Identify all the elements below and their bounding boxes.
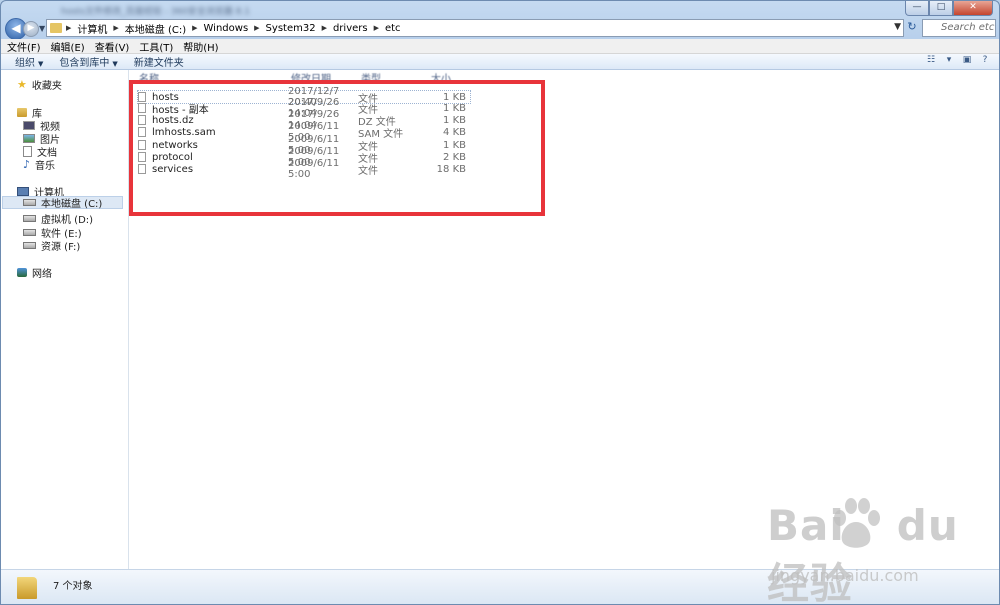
document-icon	[23, 146, 32, 157]
picture-icon	[23, 134, 35, 143]
folder-icon	[50, 23, 62, 33]
annotation-highlight-box	[129, 80, 545, 216]
search-input[interactable]: Search etc	[922, 19, 996, 37]
nav-drive-d[interactable]: 虚拟机 (D:)	[23, 211, 93, 226]
minimize-button[interactable]: —	[905, 1, 929, 16]
explorer-window: hosts文件修改_百度经验 - 360安全浏览器 8.1 — □ ✕ ◀ ▶ …	[0, 0, 1000, 605]
dropdown-arrow-icon: ▼	[38, 60, 44, 68]
breadcrumb-system32[interactable]: System32	[266, 23, 316, 34]
menu-tools[interactable]: 工具(T)	[139, 39, 173, 54]
view-controls: ☷ ▾ ▣ ?	[925, 55, 991, 66]
drive-icon	[23, 242, 36, 249]
maximize-button[interactable]: □	[929, 1, 953, 16]
back-arrow-icon: ◀	[11, 21, 21, 35]
navigation-pane: ★ 收藏夹 库 视频 图片 文档 ♪ 音乐 计算机 本地磁盘 (C:) 虚拟机 (D…	[1, 70, 129, 570]
breadcrumb-drivers[interactable]: drivers	[333, 23, 368, 34]
breadcrumb-windows[interactable]: Windows	[204, 23, 249, 34]
nav-drive-c[interactable]: 本地磁盘 (C:)	[2, 196, 123, 210]
refresh-icon[interactable]: ↻	[906, 20, 918, 34]
forward-arrow-icon: ▶	[27, 23, 35, 33]
menu-edit[interactable]: 编辑(E)	[51, 39, 85, 54]
menu-help[interactable]: 帮助(H)	[183, 39, 218, 54]
close-button[interactable]: ✕	[953, 1, 993, 16]
caption-buttons: — □ ✕	[905, 1, 993, 17]
library-icon	[17, 108, 27, 117]
nav-library-music[interactable]: ♪ 音乐	[23, 157, 55, 173]
forward-button[interactable]: ▶	[23, 21, 39, 37]
change-view-icon[interactable]: ☷	[925, 55, 937, 66]
drive-icon	[23, 215, 36, 222]
view-dropdown-icon[interactable]: ▾	[943, 55, 955, 66]
address-row: ◀ ▶ ▼ ▶ 计算机 ▶ 本地磁盘 (C:) ▶ Windows ▶ Syst…	[1, 17, 999, 40]
breadcrumb-computer[interactable]: 计算机	[77, 21, 107, 36]
star-icon: ★	[17, 77, 27, 91]
computer-icon	[17, 187, 29, 196]
folder-icon	[17, 577, 37, 599]
watermark-brand: Bai du 经验	[767, 501, 959, 605]
menu-view[interactable]: 查看(V)	[95, 39, 130, 54]
organize-button[interactable]: 组织 ▼	[15, 54, 43, 69]
include-in-library-button[interactable]: 包含到库中 ▼	[59, 54, 117, 69]
address-dropdown-icon[interactable]: ▼	[894, 22, 901, 32]
command-bar: 组织 ▼ 包含到库中 ▼ 新建文件夹 ☷ ▾ ▣ ?	[1, 54, 999, 70]
new-folder-button[interactable]: 新建文件夹	[134, 54, 184, 69]
drive-icon	[23, 199, 36, 206]
nav-favorites[interactable]: ★ 收藏夹	[17, 77, 62, 93]
address-bar[interactable]: ▶ 计算机 ▶ 本地磁盘 (C:) ▶ Windows ▶ System32 ▶…	[46, 19, 904, 37]
preview-pane-icon[interactable]: ▣	[961, 55, 973, 66]
dropdown-arrow-icon: ▼	[112, 60, 118, 68]
music-icon: ♪	[23, 157, 31, 171]
item-count: 7 个对象	[53, 581, 93, 592]
video-icon	[23, 121, 35, 130]
help-icon[interactable]: ?	[979, 55, 991, 66]
menu-file[interactable]: 文件(F)	[7, 39, 41, 54]
recent-pages-dropdown[interactable]: ▼	[39, 24, 45, 33]
drive-icon	[23, 229, 36, 236]
nav-drive-f[interactable]: 资源 (F:)	[23, 238, 80, 253]
network-icon	[17, 268, 27, 277]
watermark-url: jingyan.baidu.com	[771, 566, 919, 585]
breadcrumb-etc[interactable]: etc	[385, 23, 401, 34]
menu-bar: 文件(F) 编辑(E) 查看(V) 工具(T) 帮助(H)	[1, 39, 999, 54]
nav-network[interactable]: 网络	[17, 265, 52, 280]
window-title: hosts文件修改_百度经验 - 360安全浏览器 8.1	[61, 7, 250, 17]
breadcrumb-c-drive[interactable]: 本地磁盘 (C:)	[125, 21, 186, 36]
